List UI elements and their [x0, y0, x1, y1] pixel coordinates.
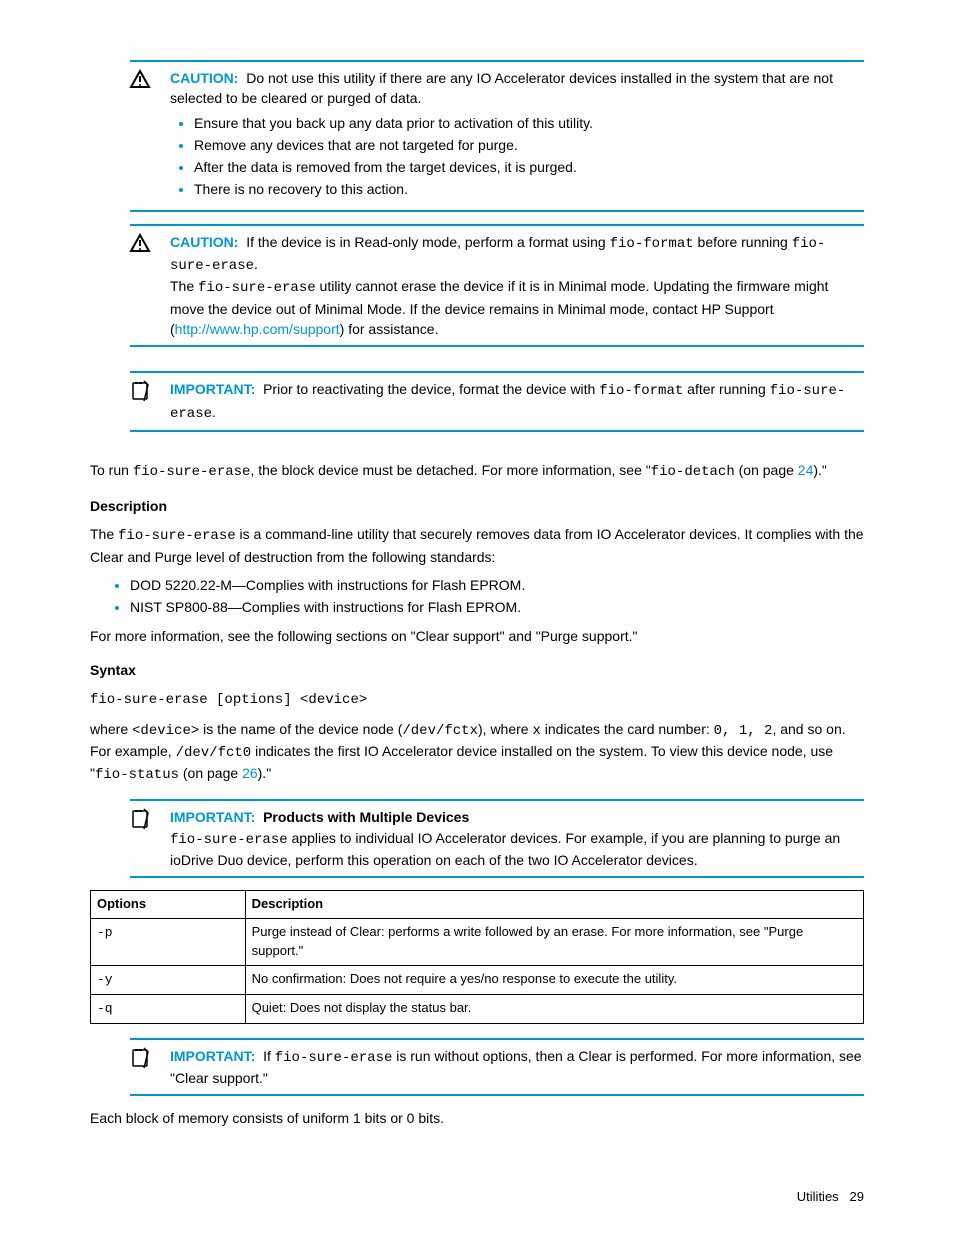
code: x — [532, 723, 540, 739]
code: fio-sure-erase — [198, 280, 316, 296]
col-options: Options — [91, 891, 246, 919]
list-item: After the data is removed from the targe… — [194, 157, 864, 177]
description-paragraph: The fio-sure-erase is a command-line uti… — [90, 524, 864, 567]
standards-list: DOD 5220.22-M—Complies with instructions… — [90, 575, 864, 618]
syntax-command: fio-sure-erase [options] <device> — [90, 692, 367, 708]
list-item: There is no recovery to this action. — [194, 179, 864, 199]
caution-label: CAUTION: — [170, 70, 238, 86]
run-paragraph: To run fio-sure-erase, the block device … — [90, 460, 864, 482]
text: where — [90, 721, 132, 737]
code: fio-sure-erase — [275, 1050, 393, 1066]
caution-bullet-list: Ensure that you back up any data prior t… — [170, 113, 864, 200]
important-label: IMPORTANT: — [170, 381, 255, 397]
important-box-1: IMPORTANT: Prior to reactivating the dev… — [130, 371, 864, 432]
important-label: IMPORTANT: — [170, 809, 255, 825]
table-row: -q Quiet: Does not display the status ba… — [91, 994, 864, 1023]
caution-box-2: CAUTION: If the device is in Read-only m… — [130, 224, 864, 347]
caution-icon — [130, 68, 170, 204]
page-footer: Utilities 29 — [90, 1188, 864, 1207]
table-row: -p Purge instead of Clear: performs a wr… — [91, 919, 864, 966]
where-paragraph: where <device> is the name of the device… — [90, 719, 864, 786]
code: fio-sure-erase — [133, 464, 251, 480]
text: after running — [683, 381, 769, 397]
list-item: Ensure that you back up any data prior t… — [194, 113, 864, 133]
text: If the device is in Read-only mode, perf… — [246, 234, 609, 250]
code: fio-sure-erase — [118, 528, 236, 544]
table-header-row: Options Description — [91, 891, 864, 919]
list-item: NIST SP800-88—Complies with instructions… — [130, 597, 864, 617]
table-row: -y No confirmation: Does not require a y… — [91, 965, 864, 994]
option-flag: -q — [97, 1001, 113, 1016]
code: fio-status — [95, 767, 179, 783]
code: /dev/fct0 — [176, 745, 252, 761]
list-item: Remove any devices that are not targeted… — [194, 135, 864, 155]
footer-section: Utilities — [797, 1189, 839, 1204]
text: To run — [90, 462, 133, 478]
closing-paragraph: Each block of memory consists of uniform… — [90, 1108, 864, 1128]
code: fio-format — [610, 236, 694, 252]
text: (on page — [179, 765, 242, 781]
important-title: Products with Multiple Devices — [263, 809, 469, 825]
code: fio-format — [599, 383, 683, 399]
options-table: Options Description -p Purge instead of … — [90, 890, 864, 1023]
option-flag: -y — [97, 972, 113, 987]
option-desc: No confirmation: Does not require a yes/… — [245, 965, 863, 994]
code: fio-detach — [651, 464, 735, 480]
text: . — [212, 404, 216, 420]
col-description: Description — [245, 891, 863, 919]
text: , the block device must be detached. For… — [250, 462, 650, 478]
code: /dev/fctx — [402, 723, 478, 739]
page-ref-link[interactable]: 24 — [798, 462, 814, 478]
list-item: DOD 5220.22-M—Complies with instructions… — [130, 575, 864, 595]
important-label: IMPORTANT: — [170, 1048, 255, 1064]
option-flag: -p — [97, 925, 113, 940]
footer-page: 29 — [850, 1189, 864, 1204]
note-icon — [130, 1046, 170, 1089]
text: . — [254, 256, 258, 272]
text: The — [170, 278, 198, 294]
support-link[interactable]: http://www.hp.com/support — [175, 321, 340, 337]
caution-icon — [130, 232, 170, 339]
note-icon — [130, 379, 170, 424]
option-desc: Quiet: Does not display the status bar. — [245, 994, 863, 1023]
text: indicates the card number: — [541, 721, 714, 737]
option-desc: Purge instead of Clear: performs a write… — [245, 919, 863, 966]
syntax-heading: Syntax — [90, 660, 864, 680]
code: 0, 1, 2 — [714, 723, 773, 739]
caution-text: Do not use this utility if there are any… — [170, 70, 833, 106]
note-icon — [130, 807, 170, 870]
text: is the name of the device node ( — [199, 721, 402, 737]
text: If — [263, 1048, 275, 1064]
caution-box-1: CAUTION: Do not use this utility if ther… — [130, 60, 864, 212]
code: fio-sure-erase — [170, 832, 288, 848]
description-heading: Description — [90, 496, 864, 516]
more-info-paragraph: For more information, see the following … — [90, 626, 864, 646]
text: )." — [813, 462, 827, 478]
text: The — [90, 526, 118, 542]
important-box-2: IMPORTANT: Products with Multiple Device… — [130, 799, 864, 878]
text: )." — [258, 765, 272, 781]
code: <device> — [132, 723, 199, 739]
text: (on page — [735, 462, 798, 478]
text: ) for assistance. — [340, 321, 439, 337]
page-ref-link[interactable]: 26 — [242, 765, 258, 781]
caution-label: CAUTION: — [170, 234, 238, 250]
text: before running — [694, 234, 792, 250]
important-box-3: IMPORTANT: If fio-sure-erase is run with… — [130, 1038, 864, 1097]
text: ), where — [478, 721, 532, 737]
text: Prior to reactivating the device, format… — [263, 381, 599, 397]
